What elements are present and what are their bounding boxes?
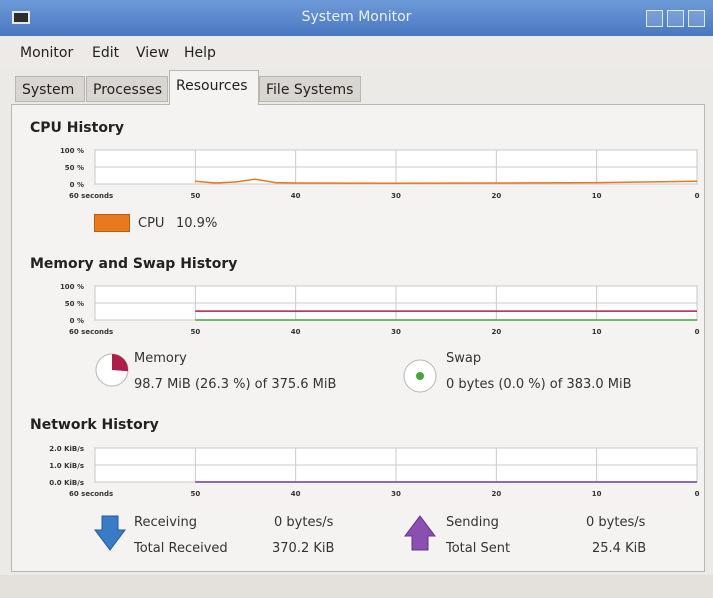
- network-x-tick-label: 30: [391, 490, 401, 498]
- network-x-tick-label: 0: [695, 490, 700, 498]
- cpu-x-tick-label: 60 seconds: [69, 192, 113, 200]
- tab-file-systems[interactable]: File Systems: [259, 76, 361, 102]
- window-title: System Monitor: [301, 9, 412, 25]
- cpu-legend-value: 10.9%: [176, 216, 218, 231]
- cpu-x-tick-label: 10: [592, 192, 602, 200]
- network-y-tick-label: 2.0 KiB/s: [49, 445, 84, 453]
- menu-edit[interactable]: Edit: [92, 45, 119, 61]
- menu-help[interactable]: Help: [184, 45, 216, 61]
- network-y-tick-label: 1.0 KiB/s: [49, 462, 84, 470]
- tab-bar: System Processes Resources File Systems: [0, 70, 713, 105]
- memory-swap-x-tick-label: 0: [695, 328, 700, 336]
- cpu-y-tick-label: 0 %: [70, 181, 84, 189]
- sending-label: Sending: [446, 515, 499, 530]
- receiving-arrow-icon: [94, 515, 126, 551]
- swap-detail: 0 bytes (0.0 %) of 383.0 MiB: [446, 377, 632, 392]
- total-received-value: 370.2 KiB: [272, 541, 335, 556]
- memory-swap-x-tick-label: 40: [291, 328, 301, 336]
- maximize-button[interactable]: [667, 10, 684, 27]
- network-y-tick-label: 0.0 KiB/s: [49, 479, 84, 487]
- network-x-tick-label: 60 seconds: [69, 490, 113, 498]
- swap-label: Swap: [446, 351, 482, 366]
- cpu-x-tick-label: 20: [491, 192, 501, 200]
- memory-swap-x-tick-label: 50: [190, 328, 200, 336]
- tab-resources[interactable]: Resources: [169, 70, 259, 105]
- menu-monitor[interactable]: Monitor: [20, 45, 73, 61]
- menu-bar: Monitor Edit View Help: [0, 36, 713, 68]
- status-bar: [0, 575, 713, 598]
- network-x-tick-label: 40: [291, 490, 301, 498]
- menu-view[interactable]: View: [136, 45, 169, 61]
- receiving-label: Receiving: [134, 515, 198, 530]
- memory-swap-x-tick-label: 10: [592, 328, 602, 336]
- cpu-legend-swatch: [94, 214, 130, 232]
- cpu-x-tick-label: 50: [190, 192, 200, 200]
- network-history-title: Network History: [30, 417, 159, 433]
- memory-swap-x-tick-label: 30: [391, 328, 401, 336]
- cpu-x-tick-label: 40: [291, 192, 301, 200]
- title-bar: System Monitor: [0, 0, 713, 36]
- cpu-y-tick-label: 50 %: [65, 164, 84, 172]
- memory-swap-history-graph: 100 % 50 % 0 % 60 seconds 50 40 30 20 10 0: [60, 283, 700, 336]
- total-received-label: Total Received: [134, 541, 228, 556]
- network-history-graph: 2.0 KiB/s 1.0 KiB/s 0.0 KiB/s 60 seconds 50 4…: [49, 445, 700, 498]
- memory-swap-x-tick-label: 60 seconds: [69, 328, 113, 336]
- memory-label: Memory: [134, 351, 187, 366]
- cpu-history-title: CPU History: [30, 120, 124, 136]
- swap-pie-icon: [403, 359, 437, 393]
- network-x-tick-label: 50: [190, 490, 200, 498]
- tab-processes[interactable]: Processes: [86, 76, 168, 102]
- memory-swap-history-title: Memory and Swap History: [30, 256, 238, 272]
- cpu-x-tick-label: 30: [391, 192, 401, 200]
- memory-detail: 98.7 MiB (26.3 %) of 375.6 MiB: [134, 377, 337, 392]
- minimize-button[interactable]: [646, 10, 663, 27]
- memory-swap-y-tick-label: 0 %: [70, 317, 84, 325]
- memory-pie-icon: [95, 353, 129, 387]
- tab-system[interactable]: System: [15, 76, 85, 102]
- sending-value: 0 bytes/s: [586, 515, 646, 530]
- cpu-y-tick-label: 100 %: [60, 147, 84, 155]
- network-x-tick-label: 10: [592, 490, 602, 498]
- cpu-legend-label: CPU: [138, 216, 165, 231]
- memory-swap-y-tick-label: 50 %: [65, 300, 84, 308]
- sending-arrow-icon: [404, 515, 436, 551]
- memory-swap-y-tick-label: 100 %: [60, 283, 84, 291]
- total-sent-label: Total Sent: [446, 541, 511, 556]
- cpu-history-graph: 100 % 50 % 0 % 60 seconds 50 40 30 20 10 0: [60, 147, 700, 200]
- cpu-x-tick-label: 0: [695, 192, 700, 200]
- network-x-tick-label: 20: [491, 490, 501, 498]
- memory-swap-x-tick-label: 20: [491, 328, 501, 336]
- receiving-value: 0 bytes/s: [274, 515, 334, 530]
- close-button[interactable]: [688, 10, 705, 27]
- total-sent-value: 25.4 KiB: [592, 541, 647, 556]
